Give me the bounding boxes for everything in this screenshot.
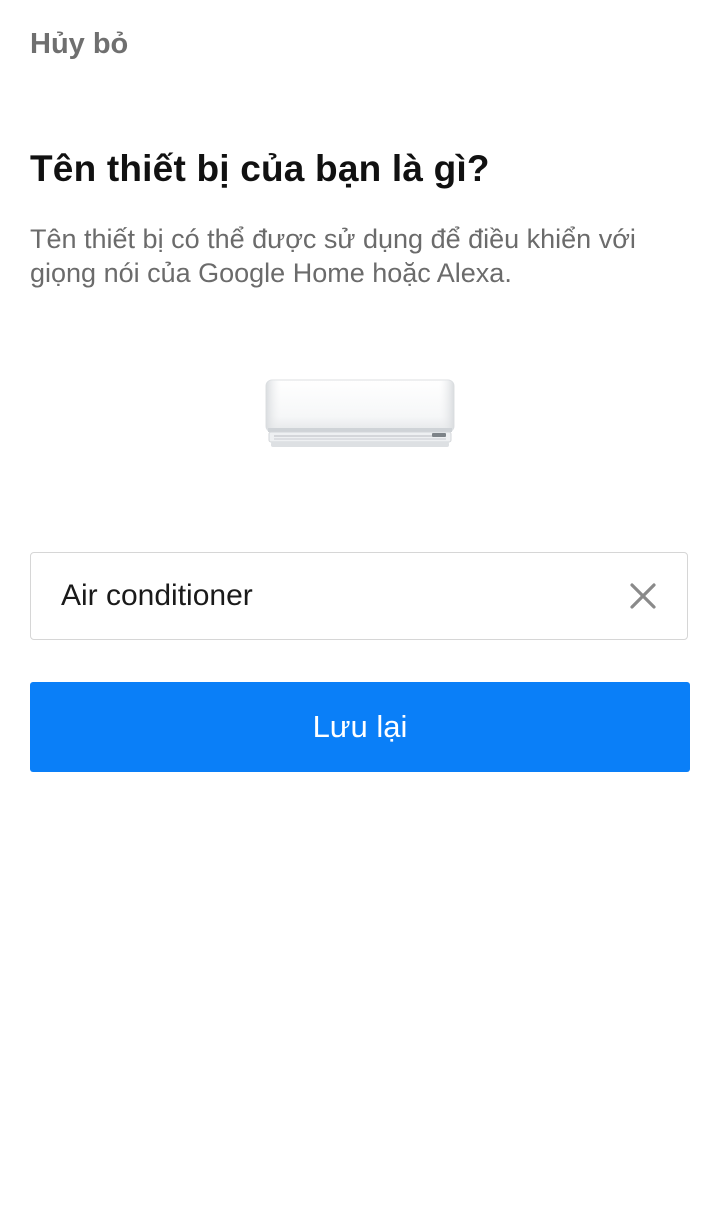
save-button[interactable]: Lưu lại	[30, 682, 690, 772]
air-conditioner-icon	[265, 379, 455, 447]
page-title: Tên thiết bị của bạn là gì?	[30, 148, 490, 189]
device-name-field	[30, 552, 688, 640]
page-description: Tên thiết bị có thể được sử dụng để điều…	[30, 224, 636, 288]
device-name-screen: Hủy bỏ Tên thiết bị của bạn là gì? Tên t…	[0, 0, 717, 1226]
cancel-button[interactable]: Hủy bỏ	[30, 28, 128, 61]
close-icon[interactable]	[629, 582, 657, 610]
device-name-input[interactable]	[61, 553, 621, 639]
